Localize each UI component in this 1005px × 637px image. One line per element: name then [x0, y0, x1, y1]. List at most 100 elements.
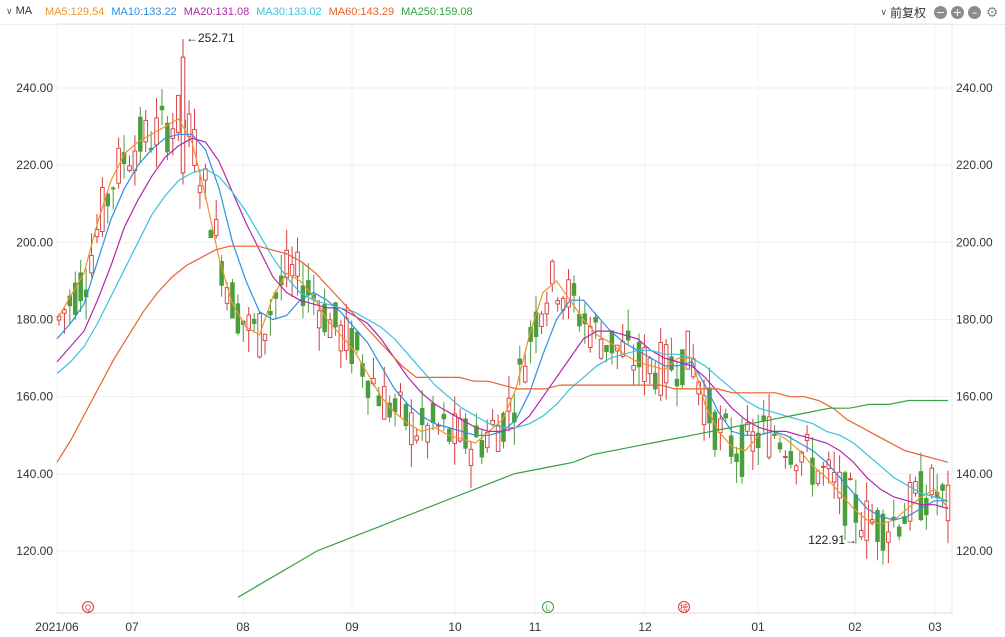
candle-up	[186, 113, 192, 137]
candle-up	[587, 326, 593, 348]
ma-line-ma20	[56, 137, 949, 510]
candle-up	[539, 313, 544, 327]
candle-down	[723, 413, 729, 419]
candle-up	[550, 260, 555, 285]
y-tick-label-right: 200.00	[956, 235, 993, 249]
y-tick-label-left: 220.00	[16, 158, 53, 172]
candle-down	[268, 310, 273, 316]
candle-down	[235, 303, 241, 334]
candle-up	[522, 365, 528, 383]
x-tick-label: 03	[928, 620, 942, 634]
candle-down	[777, 442, 783, 450]
candle-down	[300, 285, 306, 306]
candle-down	[788, 451, 794, 465]
candle-down	[517, 358, 523, 365]
candle-down	[918, 471, 924, 521]
min-price-annotation: 122.91→	[808, 533, 857, 547]
candle-down	[441, 413, 447, 420]
candlestick-chart[interactable]: 240.00 240.00 220.00 220.00 200.00 200.00 180.…	[0, 0, 1005, 637]
candle-down	[761, 415, 766, 422]
candle-up	[766, 416, 772, 458]
candle-up	[409, 412, 414, 446]
candle-down	[138, 116, 143, 152]
candle-up	[425, 424, 430, 443]
candle-down	[354, 331, 360, 351]
candle-down	[604, 345, 609, 353]
candle-down	[159, 105, 165, 111]
candle-up	[718, 418, 723, 434]
candle-down	[940, 484, 945, 491]
x-tick-label: 07	[125, 620, 139, 634]
candle-up	[848, 478, 853, 481]
candle-down	[810, 457, 815, 485]
ma-line-ma30	[56, 168, 949, 502]
x-tick-label: 09	[345, 620, 359, 634]
candle-up	[598, 338, 604, 359]
x-tick-label: 01	[751, 620, 765, 634]
candle-down	[463, 418, 468, 449]
y-tick-label-right: 160.00	[956, 390, 993, 404]
candle-up	[831, 472, 837, 483]
ma-line-ma250	[237, 399, 948, 598]
candle-up	[262, 333, 268, 342]
candle-down	[896, 526, 902, 537]
candle-down	[571, 283, 577, 296]
candle-down	[365, 380, 371, 399]
candle-up	[62, 309, 67, 314]
candle-up	[859, 530, 864, 538]
candle-up	[544, 302, 550, 315]
candle-down	[593, 316, 598, 323]
candle-up	[495, 424, 501, 452]
candle-down	[853, 494, 859, 523]
x-tick-label: 2021/06	[35, 620, 79, 634]
y-tick-label-right: 240.00	[956, 81, 993, 95]
plot-frame	[56, 23, 953, 614]
y-tick-label-left: 140.00	[16, 467, 53, 481]
event-marker-label: 榜	[680, 603, 688, 613]
candle-down	[674, 378, 680, 387]
x-tick-label: 11	[529, 620, 542, 634]
candle-up	[295, 251, 300, 277]
y-tick-label-left: 180.00	[16, 313, 53, 327]
candle-up	[793, 465, 799, 472]
y-tick-label-right: 180.00	[956, 313, 993, 327]
candle-up	[170, 128, 176, 139]
candle-up	[344, 317, 349, 351]
candle-down	[479, 440, 485, 458]
candle-down	[392, 398, 398, 413]
y-tick-label-left: 240.00	[16, 81, 53, 95]
candle-down	[208, 230, 214, 239]
candle-up	[886, 531, 891, 543]
candle-down	[653, 372, 658, 390]
candle-up	[381, 386, 387, 420]
candle-down	[376, 395, 382, 407]
x-tick-label: 10	[448, 620, 462, 634]
candle-up	[821, 465, 826, 468]
candle-up	[783, 456, 788, 458]
candle-up	[203, 168, 208, 181]
candle-down	[110, 187, 116, 190]
candle-up	[468, 448, 474, 467]
candle-up	[316, 310, 322, 329]
candle-up	[180, 56, 186, 174]
candle-down	[430, 403, 436, 423]
candle-up	[414, 435, 420, 441]
event-marker-label: Q	[85, 604, 91, 613]
candle-down	[739, 424, 745, 477]
event-marker-label: L	[546, 604, 551, 613]
candle-up	[663, 344, 669, 384]
candle-down	[772, 433, 777, 436]
candle-up	[176, 94, 181, 134]
candle-down	[251, 318, 257, 324]
candle-down	[734, 453, 739, 462]
y-tick-label-left: 160.00	[16, 390, 53, 404]
candle-up	[555, 300, 560, 305]
candle-up	[127, 165, 132, 172]
candle-up	[945, 484, 951, 522]
candle-up	[289, 264, 295, 277]
x-tick-label: 02	[848, 620, 862, 634]
candle-up	[913, 481, 918, 494]
candle-up	[338, 324, 344, 352]
candle-down	[880, 513, 886, 551]
max-price-annotation: ←252.71	[186, 31, 235, 45]
